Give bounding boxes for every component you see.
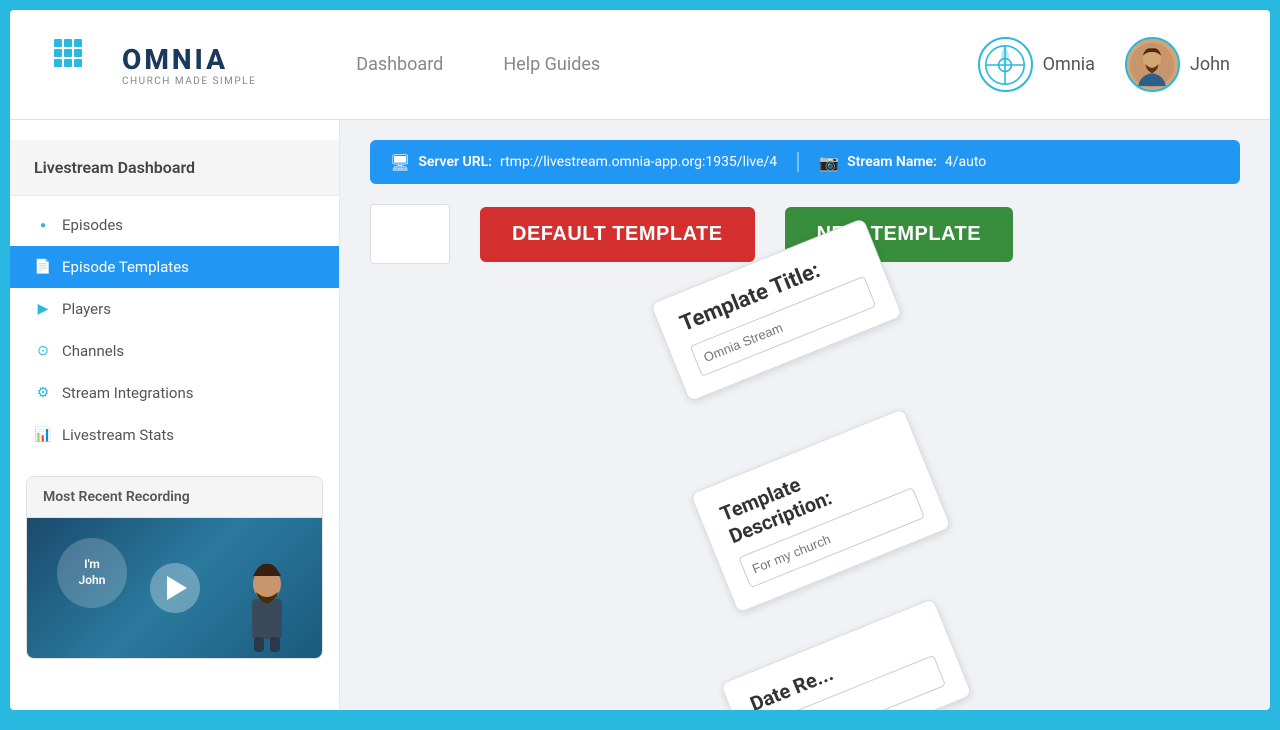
user-avatar-svg [1129, 42, 1175, 88]
sidebar: Livestream Dashboard ● Episodes 📄 Episod… [10, 120, 340, 710]
episodes-icon: ● [34, 216, 52, 234]
content-area: Livestream Dashboard ● Episodes 📄 Episod… [10, 120, 1270, 710]
server-url-value: rtmp://livestream.omnia-app.org:1935/liv… [500, 154, 777, 170]
sidebar-item-livestream-stats[interactable]: 📊 Livestream Stats [10, 414, 339, 456]
channels-icon: ⊙ [34, 342, 52, 360]
user-avatar [1125, 37, 1180, 92]
main-content: 🖥 Server URL: rtmp://livestream.omnia-ap… [340, 120, 1270, 710]
template-card-date: Date Re... [720, 598, 973, 710]
most-recent-recording: Most Recent Recording I'mJohn [26, 476, 323, 659]
sidebar-item-episodes[interactable]: ● Episodes [10, 204, 339, 246]
small-box [370, 204, 450, 264]
stream-info-bar: 🖥 Server URL: rtmp://livestream.omnia-ap… [370, 140, 1240, 184]
nav-right: Omnia John [978, 37, 1230, 92]
sidebar-label-episodes: Episodes [62, 216, 123, 234]
stream-info-name: 📷 Stream Name: 4/auto [819, 153, 986, 172]
sidebar-label-stream-integrations: Stream Integrations [62, 384, 193, 402]
sidebar-item-stream-integrations[interactable]: ⚙ Stream Integrations [10, 372, 339, 414]
livestream-stats-icon: 📊 [34, 426, 52, 444]
logo-tagline: CHURCH MADE SIMPLE [122, 76, 256, 87]
logo-area: OMNIA CHURCH MADE SIMPLE [50, 35, 256, 95]
stream-name-icon: 📷 [819, 153, 839, 172]
server-url-label: Server URL: [418, 154, 492, 170]
stream-name-label: Stream Name: [847, 154, 937, 170]
sidebar-item-channels[interactable]: ⊙ Channels [10, 330, 339, 372]
stream-name-value: 4/auto [945, 154, 986, 170]
org-avatar [978, 37, 1033, 92]
sidebar-label-episode-templates: Episode Templates [62, 258, 189, 276]
nav-help[interactable]: Help Guides [503, 54, 600, 75]
play-icon [167, 576, 187, 600]
recording-circle: I'mJohn [57, 538, 127, 608]
sidebar-label-players: Players [62, 300, 111, 318]
stream-info-server: 🖥 Server URL: rtmp://livestream.omnia-ap… [390, 153, 777, 172]
default-template-button[interactable]: DEFAULT TEMPLATE [480, 207, 755, 262]
nav-links: Dashboard Help Guides [356, 54, 600, 75]
logo-text: OMNIA CHURCH MADE SIMPLE [122, 43, 256, 87]
template-card-description: Template Description: [690, 408, 952, 614]
episode-templates-icon: 📄 [34, 258, 52, 276]
sidebar-label-channels: Channels [62, 342, 124, 360]
omnia-logo-icon [50, 35, 110, 95]
recording-thumbnail[interactable]: I'mJohn [27, 518, 322, 658]
stream-divider [797, 152, 799, 172]
sidebar-item-episode-templates[interactable]: 📄 Episode Templates [10, 246, 339, 288]
nav-dashboard[interactable]: Dashboard [356, 54, 443, 75]
user-badge[interactable]: John [1125, 37, 1230, 92]
sidebar-item-players[interactable]: ▶ Players [10, 288, 339, 330]
recording-header: Most Recent Recording [27, 477, 322, 518]
stream-integrations-icon: ⚙ [34, 384, 52, 402]
org-name: Omnia [1043, 54, 1095, 75]
server-url-icon: 🖥 [390, 153, 410, 172]
logo-name: OMNIA [122, 43, 256, 76]
template-area: Template Title: Template Description: Da… [370, 294, 1240, 694]
org-logo-svg [985, 45, 1025, 85]
play-button[interactable] [150, 563, 200, 613]
sidebar-label-livestream-stats: Livestream Stats [62, 426, 174, 444]
user-name: John [1190, 54, 1230, 75]
players-icon: ▶ [34, 300, 52, 318]
org-badge[interactable]: Omnia [978, 37, 1095, 92]
top-nav: OMNIA CHURCH MADE SIMPLE Dashboard Help … [10, 10, 1270, 120]
recording-person-svg [232, 554, 302, 654]
sidebar-title: Livestream Dashboard [10, 140, 339, 196]
